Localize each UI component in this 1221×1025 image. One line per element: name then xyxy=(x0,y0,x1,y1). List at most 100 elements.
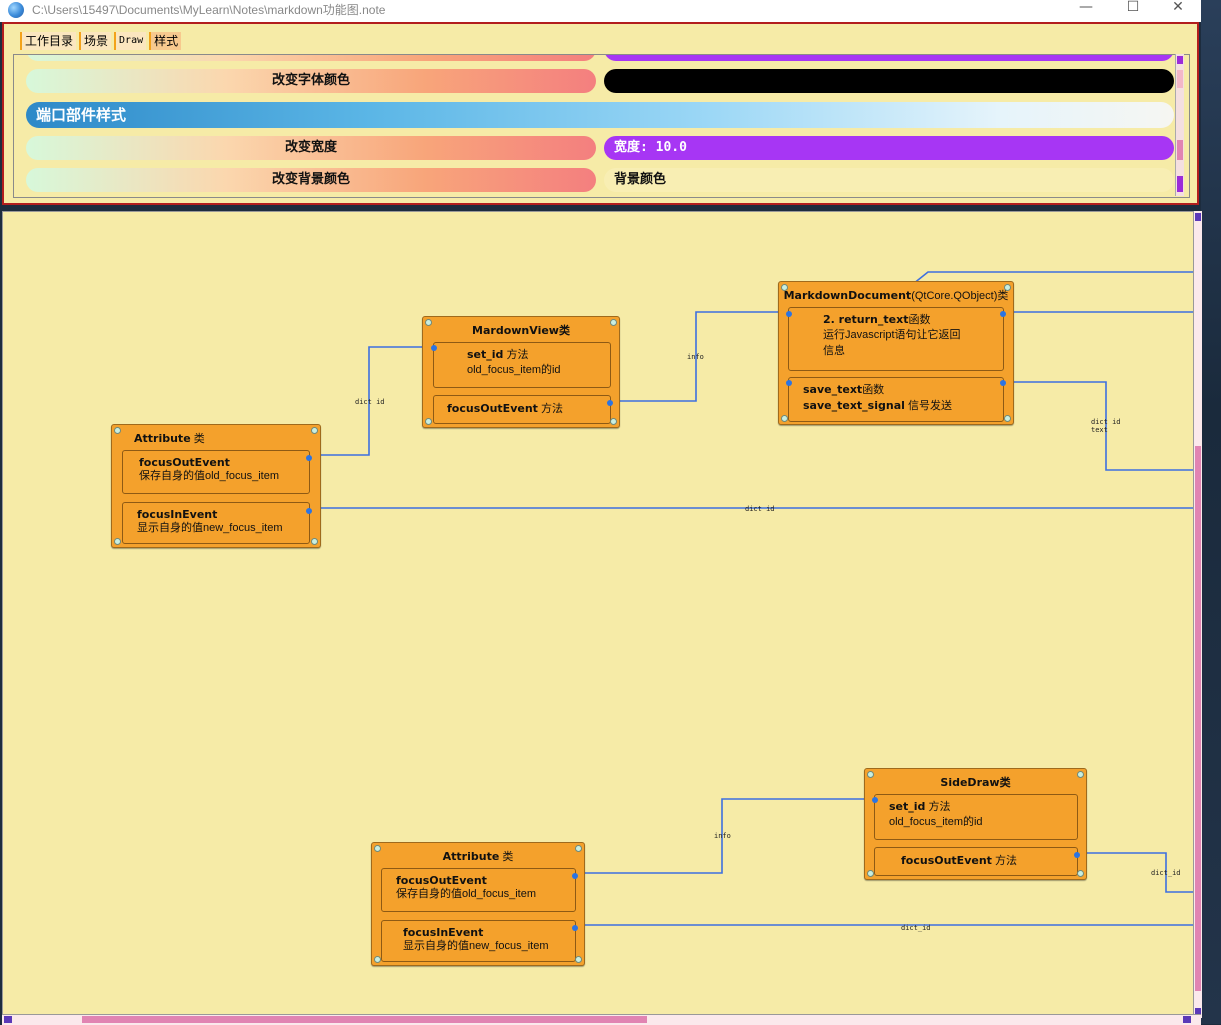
port-out[interactable] xyxy=(1000,380,1006,386)
canvas-vertical-scrollbar[interactable] xyxy=(1193,211,1202,1018)
prop-label-bg-color: 改变背景颜色 xyxy=(26,168,596,192)
maximize-button[interactable]: ☐ xyxy=(1110,0,1156,22)
scrollbar-thumb[interactable] xyxy=(1195,446,1201,991)
class-node-attribute-2[interactable]: Attribute 类 focusOutEvent 保存自身的值old_focu… xyxy=(371,842,585,966)
port-out[interactable] xyxy=(572,873,578,879)
slot-name: focusOutEvent xyxy=(396,874,487,887)
class-node-title: Attribute 类 xyxy=(134,432,205,445)
font-color-swatch[interactable] xyxy=(604,69,1174,93)
tab-draw[interactable]: Draw xyxy=(114,32,147,50)
port-in[interactable] xyxy=(786,311,792,317)
resize-handle[interactable] xyxy=(114,538,121,545)
prop-value-partial xyxy=(604,55,1174,61)
resize-handle[interactable] xyxy=(610,418,617,425)
tab-bar: 工作目录 场景 Draw 样式 xyxy=(20,32,182,50)
class-node-mardownview[interactable]: MardownView类 set_id 方法 old_focus_item的id… xyxy=(422,316,620,428)
style-panel: 工作目录 场景 Draw 样式 改变字体颜色 端口部件样式 改变宽度 宽度: 1… xyxy=(2,22,1199,205)
scrollbar-thumb[interactable] xyxy=(82,1016,647,1023)
resize-handle[interactable] xyxy=(1077,771,1084,778)
edge-label: text xyxy=(1091,426,1108,434)
resize-handle[interactable] xyxy=(311,427,318,434)
slot-focus-out-event[interactable]: focusOutEvent 方法 xyxy=(874,847,1080,876)
slot-name: 2. return_text函数 xyxy=(823,313,931,326)
slot-focus-in-event[interactable]: focusInEvent 显示自身的值new_focus_item xyxy=(122,502,312,544)
slot-desc: 信息 xyxy=(823,345,845,357)
slot-name: set_id 方法 xyxy=(889,800,951,813)
slot-desc: 保存自身的值old_focus_item xyxy=(139,470,279,482)
resize-handle[interactable] xyxy=(867,870,874,877)
resize-handle[interactable] xyxy=(610,319,617,326)
scrollbar-cap-right[interactable] xyxy=(1183,1016,1191,1023)
scrollbar-cap-bottom xyxy=(1177,176,1183,192)
scrollbar-thumb[interactable] xyxy=(1177,140,1183,160)
resize-handle[interactable] xyxy=(1077,870,1084,877)
resize-handle[interactable] xyxy=(1004,415,1011,422)
class-node-title: Attribute 类 xyxy=(442,850,514,863)
resize-handle[interactable] xyxy=(311,538,318,545)
class-node-markdowndocument[interactable]: MarkdownDocument(QtCore.QObject)类 2. ret… xyxy=(778,281,1014,425)
resize-handle[interactable] xyxy=(425,319,432,326)
class-node-sidedraw[interactable]: SideDraw类 set_id 方法 old_focus_item的id fo… xyxy=(864,768,1087,880)
close-button[interactable]: ✕ xyxy=(1155,0,1201,22)
diagram-canvas[interactable]: dict id info dict id text dict id info d… xyxy=(2,211,1194,1018)
port-out[interactable] xyxy=(306,455,312,461)
tab-scene[interactable]: 场景 xyxy=(79,32,112,50)
app-icon xyxy=(8,2,24,18)
resize-handle[interactable] xyxy=(374,845,381,852)
class-node-title: SideDraw类 xyxy=(940,776,1011,789)
slot-set-id[interactable]: set_id 方法 old_focus_item的id xyxy=(431,342,611,388)
slot-focus-in-event[interactable]: focusInEvent 显示自身的值new_focus_item xyxy=(381,920,578,962)
minimize-button[interactable]: — xyxy=(1063,0,1109,22)
style-list: 改变字体颜色 端口部件样式 改变宽度 宽度: 10.0 改变背景颜色 背景颜色 xyxy=(13,54,1190,198)
scrollbar-cap-left[interactable] xyxy=(4,1016,12,1023)
port-in[interactable] xyxy=(786,380,792,386)
section-header-port-style: 端口部件样式 xyxy=(26,102,1174,128)
style-list-scrollbar[interactable] xyxy=(1175,54,1184,196)
port-out[interactable] xyxy=(572,925,578,931)
edge-label: dict id xyxy=(355,398,385,406)
resize-handle[interactable] xyxy=(374,956,381,963)
slot-focus-out-event[interactable]: focusOutEvent 方法 xyxy=(433,395,613,424)
slot-save-text[interactable]: save_text函数 save_text_signal 信号发送 xyxy=(786,377,1006,422)
port-out[interactable] xyxy=(1000,311,1006,317)
tab-workdir[interactable]: 工作目录 xyxy=(20,32,77,50)
resize-handle[interactable] xyxy=(425,418,432,425)
resize-handle[interactable] xyxy=(114,427,121,434)
resize-handle[interactable] xyxy=(575,956,582,963)
port-in[interactable] xyxy=(431,345,437,351)
width-value-field[interactable]: 宽度: 10.0 xyxy=(604,136,1174,160)
slot-desc: 运行Javascript语句让它返回 xyxy=(823,329,961,341)
slot-name: focusOutEvent xyxy=(139,456,230,469)
slot-desc: 显示自身的值new_focus_item xyxy=(137,522,283,534)
canvas-horizontal-scrollbar[interactable] xyxy=(2,1014,1201,1025)
port-out[interactable] xyxy=(1074,852,1080,858)
port-in[interactable] xyxy=(872,797,878,803)
slot-name: save_text函数 xyxy=(803,383,885,396)
slot-focus-out-event[interactable]: focusOutEvent 保存自身的值old_focus_item xyxy=(381,868,578,912)
slot-return-text[interactable]: 2. return_text函数 运行Javascript语句让它返回 信息 xyxy=(786,307,1006,371)
class-node-attribute[interactable]: Attribute 类 focusOutEvent 保存自身的值old_focu… xyxy=(111,424,321,548)
slot-name: focusOutEvent 方法 xyxy=(901,854,1017,867)
resize-handle[interactable] xyxy=(867,771,874,778)
resize-handle[interactable] xyxy=(781,284,788,291)
resize-handle[interactable] xyxy=(575,845,582,852)
desktop-background xyxy=(1201,0,1221,1024)
slot-signal: save_text_signal 信号发送 xyxy=(803,399,952,412)
slot-name: focusInEvent xyxy=(137,508,218,521)
prop-label-font-color: 改变字体颜色 xyxy=(26,69,596,93)
port-out[interactable] xyxy=(306,508,312,514)
edge-label: dict id xyxy=(745,505,775,513)
resize-handle[interactable] xyxy=(781,415,788,422)
prop-label-partial xyxy=(26,55,596,61)
window-titlebar: C:\Users\15497\Documents\MyLearn\Notes\m… xyxy=(0,0,1201,22)
slot-set-id[interactable]: set_id 方法 old_focus_item的id xyxy=(872,794,1078,840)
port-out[interactable] xyxy=(607,400,613,406)
edge-label: info xyxy=(687,353,704,361)
bg-color-field[interactable]: 背景颜色 xyxy=(604,168,1174,192)
class-node-title: MarkdownDocument(QtCore.QObject)类 xyxy=(783,289,1009,302)
resize-handle[interactable] xyxy=(1004,284,1011,291)
slot-name: set_id 方法 xyxy=(467,348,529,361)
slot-focus-out-event[interactable]: focusOutEvent 保存自身的值old_focus_item xyxy=(122,450,312,494)
tab-style[interactable]: 样式 xyxy=(149,32,182,50)
scrollbar-cap-top[interactable] xyxy=(1195,213,1201,221)
